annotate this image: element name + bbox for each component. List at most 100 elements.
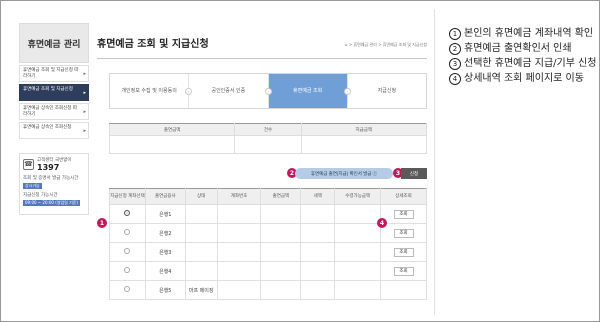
list-header: 출연금액 <box>260 188 302 205</box>
summary-header: 출연금액 <box>108 123 236 136</box>
summary-header: 건수 <box>234 123 302 136</box>
list-header: 수령가능금액 <box>334 188 382 205</box>
chevron-right-icon: ▸ <box>83 90 86 96</box>
callcenter-tag-2: 09:00 ~ 20:00 (영업일 기준) <box>23 200 81 206</box>
bank-cell: 은행5 <box>144 280 186 300</box>
step-label: 지급신청 <box>377 87 397 94</box>
step-certificate: 공인인증서 인증 › <box>189 74 272 108</box>
main-content: 휴면예금 조회 및 지급신청 ⌂ > 휴면예금 관리 > 휴면예금 조회 및 지… <box>97 23 428 300</box>
callcenter-tag-1: 상시가능 <box>23 183 42 189</box>
step-label: 개인정보 수집 및 이용동의 <box>121 87 177 94</box>
apply-button[interactable]: 신청 <box>401 168 427 179</box>
sidebar-item-inquiry[interactable]: 휴면예금 조회 및 지급신청 ▸ <box>19 84 89 101</box>
view-detail-button[interactable]: 조회 <box>393 209 414 219</box>
note-text: 본인의 휴면예금 계좌내역 확인 <box>464 28 594 39</box>
step-consent: 개인정보 수집 및 이용동의 › <box>110 74 193 108</box>
status-cell <box>184 261 218 281</box>
note-text: 상세내역 조회 페이지로 이동 <box>464 73 584 84</box>
action-bar: 2 휴면예금 출연(지급) 확인서 발급 ① 3 신청 <box>109 168 427 180</box>
view-cell <box>380 280 427 300</box>
note-number: 3 <box>449 58 461 70</box>
summary-cell <box>108 135 236 154</box>
phone-icon: ☎ <box>23 159 34 170</box>
note-number: 1 <box>449 28 461 40</box>
note-number: 4 <box>449 73 461 85</box>
summary-cell <box>234 135 302 154</box>
bank-cell: 은행4 <box>144 261 186 281</box>
list-header: 출연금융사 <box>144 188 186 205</box>
list-header: 지급신청 계좌선택 <box>109 188 146 205</box>
step-indicator: 개인정보 수집 및 이용동의 › 공인인증서 인증 › 휴면예금 조회 › 지급신청 <box>109 73 427 109</box>
status-cell: 마프 메이징 <box>184 280 218 300</box>
chevron-right-icon: ▸ <box>83 128 86 134</box>
chevron-right-icon: ▸ <box>83 71 86 77</box>
view-cell: 조회 <box>380 223 427 243</box>
callcenter-hours-1: 조회 및 증명서 발급 가능시간 <box>23 176 79 181</box>
view-cell: 조회 <box>380 204 427 224</box>
step-apply: 지급신청 <box>348 74 426 108</box>
sidebar-item-heir[interactable]: 휴면예금 상속인 조회신청 ▸ <box>19 122 89 139</box>
sidebar-item-label: 휴면예금 조회 및 지급신청 따라하기 <box>23 68 79 79</box>
view-detail-button[interactable]: 조회 <box>393 228 414 238</box>
note-item: 1 본인의 휴면예금 계좌내역 확인 <box>449 27 599 40</box>
chevron-right-icon: ▸ <box>83 109 86 115</box>
note-item: 4 상세내역 조회 페이지로 이동 <box>449 72 599 85</box>
annotation-notes: 1 본인의 휴면예금 계좌내역 확인 2 휴면예금 출연확인서 인쇄 3 선택한 휴면… <box>449 27 599 87</box>
status-cell <box>184 223 218 243</box>
step-label: 공인인증서 인증 <box>211 87 246 94</box>
view-cell: 조회 <box>380 261 427 281</box>
status-cell <box>184 242 218 262</box>
select-cell <box>109 223 146 243</box>
account-list-table: 지급신청 계좌선택 출연금융사 상태 계좌번호 출연금액 세액 수령가능금액 상… <box>109 188 427 300</box>
summary-table: 출연금액 건수 지급금액 <box>108 123 428 154</box>
note-number: 2 <box>449 43 461 55</box>
table-row: 은행4 조회 <box>109 261 427 281</box>
sidebar-item-heir-guide[interactable]: 휴면예금 상속인 조회신청 따라하기 ▸ <box>19 103 89 120</box>
select-cell <box>109 204 146 224</box>
note-text: 선택한 휴면예금 지급/기부 신청 <box>464 58 597 69</box>
sidebar-item-label: 휴면예금 조회 및 지급신청 <box>23 87 73 92</box>
marker-1: 1 <box>97 218 107 228</box>
list-header: 계좌번호 <box>216 188 262 205</box>
account-radio[interactable] <box>124 267 131 273</box>
title-divider <box>97 58 427 59</box>
view-cell: 조회 <box>380 242 427 262</box>
sidebar-item-guide[interactable]: 휴면예금 조회 및 지급신청 따라하기 ▸ <box>19 65 89 82</box>
account-radio[interactable] <box>124 286 131 292</box>
list-header: 세액 <box>300 188 336 205</box>
screenshot-panel: 휴면예금 관리 휴면예금 조회 및 지급신청 따라하기 ▸ 휴면예금 조회 및 지… <box>9 9 435 315</box>
sidebar-title: 휴면예금 관리 <box>19 23 89 63</box>
chevron-right-icon: › <box>264 88 272 95</box>
chevron-right-icon: › <box>343 88 351 95</box>
step-label: 휴면예금 조회 <box>293 87 323 94</box>
step-inquiry: 휴면예금 조회 › <box>268 74 351 108</box>
marker-4: 4 <box>377 218 387 228</box>
account-radio[interactable] <box>124 210 131 216</box>
bank-cell: 은행3 <box>144 242 186 262</box>
certificate-print-button[interactable]: 휴면예금 출연(지급) 확인서 발급 ① <box>295 168 393 179</box>
status-cell <box>184 204 218 224</box>
account-radio[interactable] <box>124 248 131 254</box>
callcenter-box: ☎ 고객센터 국번없이 1397 조회 및 증명서 발급 가능시간 상시가능 지… <box>19 153 89 215</box>
note-item: 3 선택한 휴면예금 지급/기부 신청 <box>449 57 599 70</box>
view-detail-button[interactable]: 조회 <box>393 266 414 276</box>
list-header: 상세조회 <box>380 188 427 205</box>
note-item: 2 휴면예금 출연확인서 인쇄 <box>449 42 599 55</box>
list-header: 상태 <box>184 188 218 205</box>
select-cell <box>109 261 146 281</box>
account-radio[interactable] <box>124 229 131 235</box>
breadcrumb[interactable]: ⌂ > 휴면예금 관리 > 휴면예금 조회 및 지급신청 <box>345 42 427 48</box>
summary-header: 지급금액 <box>300 123 428 136</box>
select-cell <box>109 280 146 300</box>
callcenter-number: 1397 <box>37 163 60 172</box>
table-row: 은행5 마프 메이징 <box>109 280 427 300</box>
sidebar-item-label: 휴면예금 상속인 조회신청 따라하기 <box>23 106 77 117</box>
view-detail-button[interactable]: 조회 <box>393 247 414 257</box>
callcenter-hours-2: 지급신청 가능시간 <box>23 193 58 198</box>
summary-cell <box>300 135 428 154</box>
bank-cell: 은행2 <box>144 223 186 243</box>
select-cell <box>109 242 146 262</box>
sidebar: 휴면예금 관리 휴면예금 조회 및 지급신청 따라하기 ▸ 휴면예금 조회 및 지… <box>19 23 89 313</box>
bank-cell: 은행1 <box>144 204 186 224</box>
figure-frame: 휴면예금 관리 휴면예금 조회 및 지급신청 따라하기 ▸ 휴면예금 조회 및 지… <box>0 0 600 322</box>
